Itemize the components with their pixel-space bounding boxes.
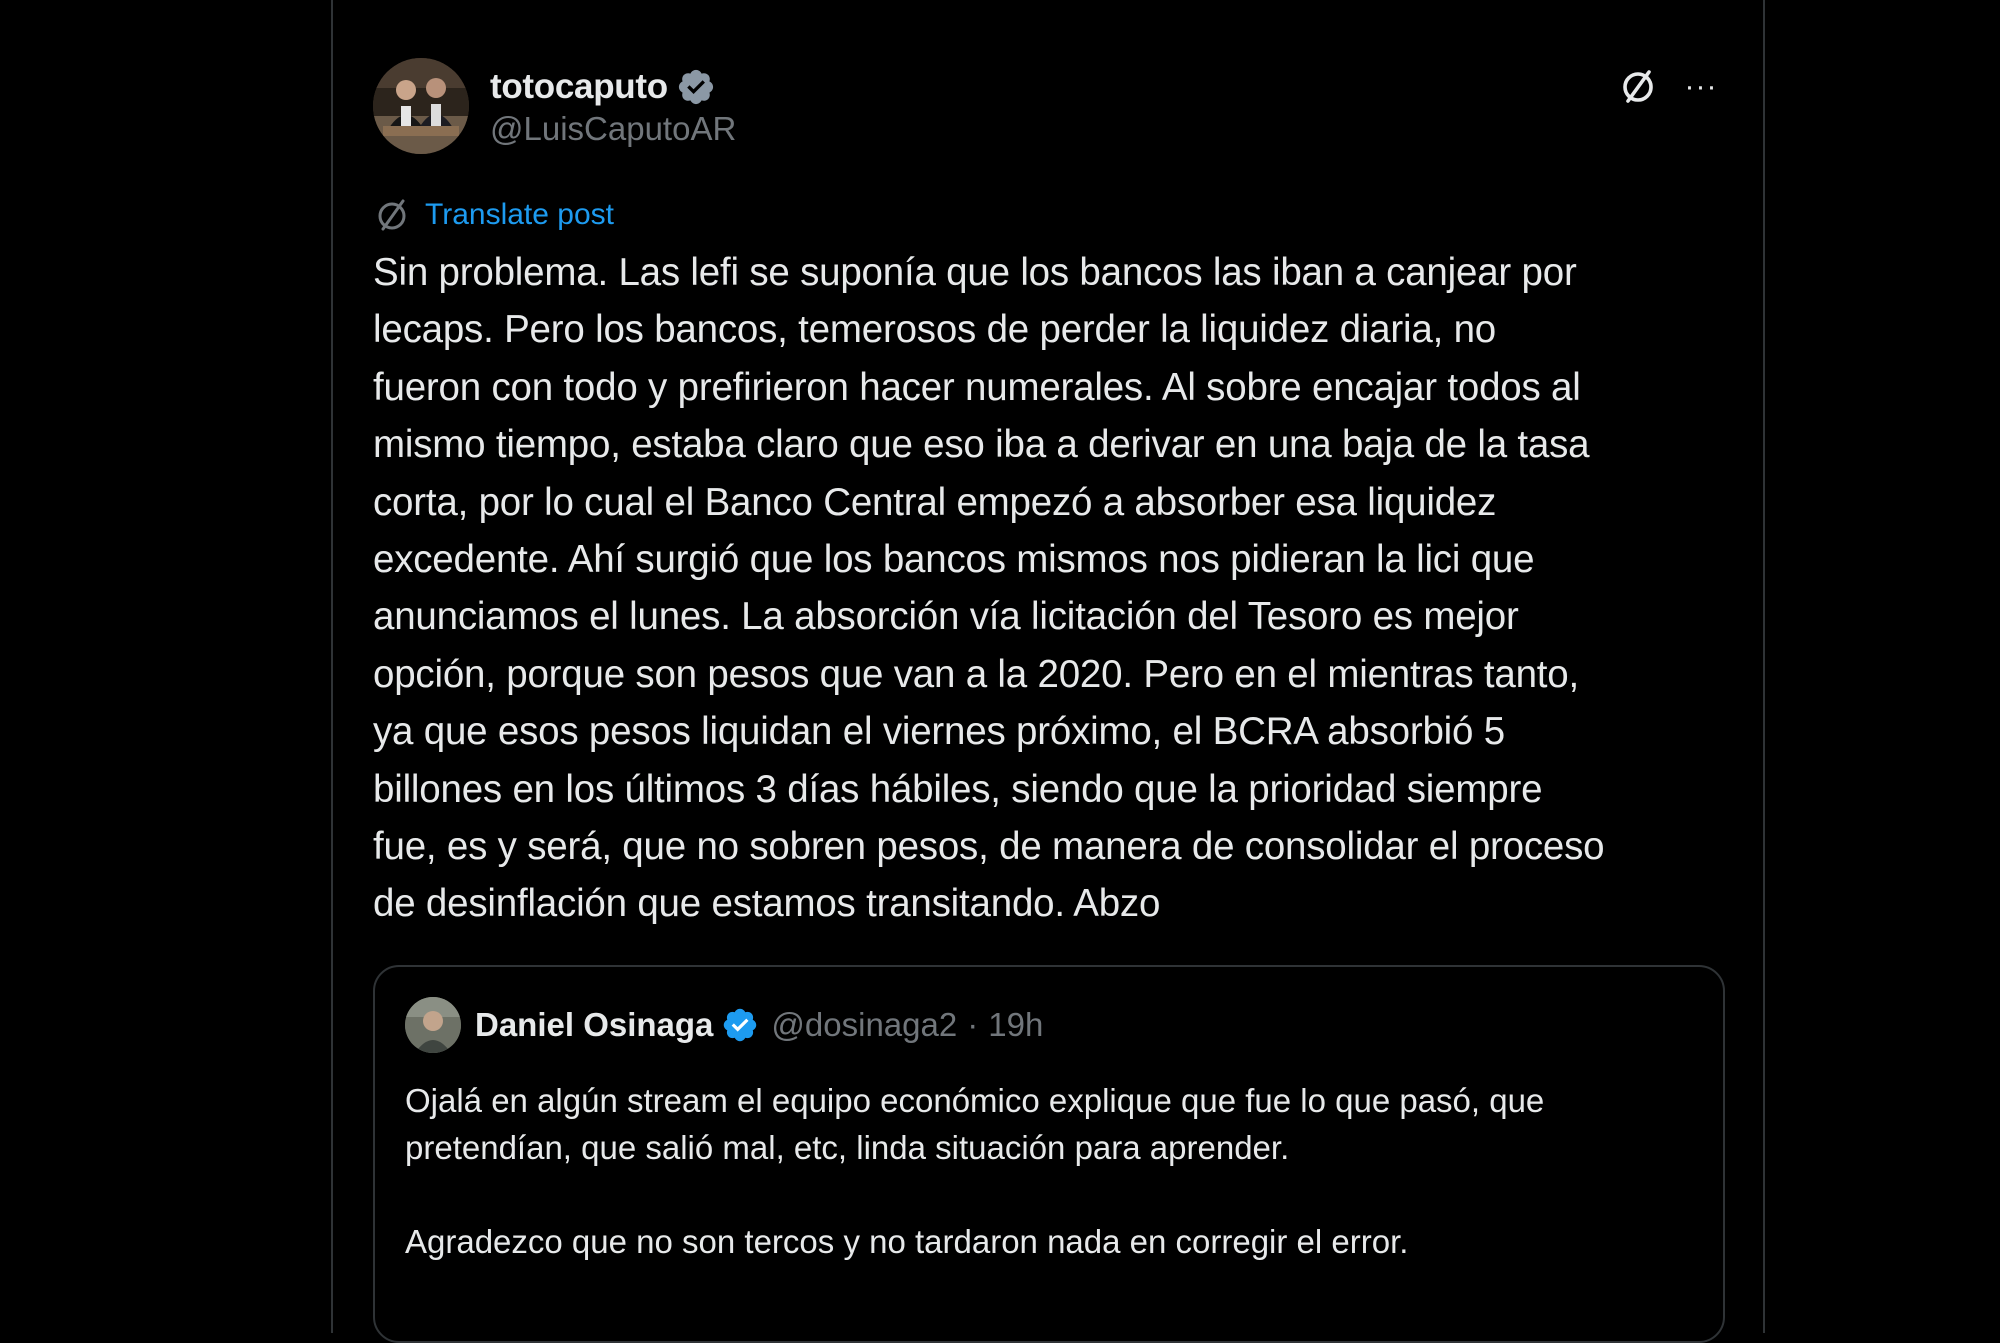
quoted-paragraph-1: Ojalá en algún stream el equipo económic… [405, 1082, 1545, 1166]
more-options-button[interactable]: ··· [1677, 64, 1725, 110]
quoted-post-header: Daniel Osinaga @dosinaga2 · 19h [405, 997, 1043, 1053]
quoted-author-name[interactable]: Daniel Osinaga [475, 1006, 713, 1044]
translate-row: Translate post [373, 195, 614, 235]
author-name-row: totocaputo [490, 62, 716, 112]
quoted-post-text: Ojalá en algún stream el equipo económic… [405, 1077, 1695, 1265]
quoted-post-card[interactable]: Daniel Osinaga @dosinaga2 · 19h Ojalá en… [373, 965, 1725, 1343]
verified-badge-icon [676, 67, 716, 107]
translate-post-link[interactable]: Translate post [425, 198, 614, 232]
timeline-column: totocaputo @LuisCaputoAR ··· Translate p… [331, 0, 1765, 1343]
quoted-avatar-photo [405, 997, 461, 1053]
quoted-author-avatar[interactable] [405, 997, 461, 1053]
grok-icon[interactable] [1615, 64, 1661, 110]
avatar-photo [373, 58, 469, 154]
author-handle[interactable]: @LuisCaputoAR [490, 110, 736, 148]
quoted-post-time[interactable]: 19h [988, 1006, 1043, 1044]
post-text: Sin problema. Las lefi se suponía que lo… [373, 251, 1605, 926]
separator-dot: · [967, 1006, 979, 1043]
header-actions: ··· [1615, 64, 1725, 110]
quoted-author-handle[interactable]: @dosinaga2 [771, 1006, 957, 1044]
author-name[interactable]: totocaputo [490, 67, 668, 107]
quoted-paragraph-2: Agradezco que no son tercos y no tardaro… [405, 1223, 1409, 1260]
author-avatar[interactable] [373, 58, 469, 154]
verified-badge-icon [721, 1006, 759, 1044]
translate-icon [373, 195, 413, 235]
